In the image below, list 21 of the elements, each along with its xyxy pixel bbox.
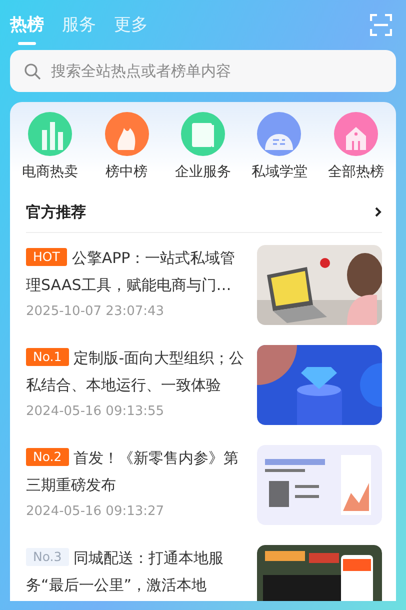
article-time: 2024-05-16 09:13:27	[26, 503, 166, 521]
search-icon	[24, 62, 41, 80]
category-item[interactable]: 榜中榜	[88, 112, 165, 183]
section-title: 官方推荐	[26, 202, 86, 220]
article-title[interactable]: No.2 首发！《新零售内参》第三期重磅发布	[26, 445, 249, 499]
category-item[interactable]: 全部热榜	[318, 112, 394, 183]
article-title[interactable]: No.3 同城配送：打通本地服务“最后一公里”，激活本地	[26, 545, 249, 599]
article-title[interactable]: HOT 公擎APP：一站式私域管理SAAS工具，赋能电商与门…	[26, 245, 249, 299]
category-item[interactable]: 电商热卖	[12, 112, 88, 183]
rank-tag: HOT	[26, 248, 67, 266]
category-item[interactable]: 私域学堂	[241, 112, 318, 183]
rank-tag: No.2	[26, 448, 69, 466]
category-item[interactable]: 企业服务	[164, 112, 241, 183]
search-field[interactable]: 搜索全站热点或者榜单内容	[10, 50, 396, 92]
rank-tag: No.1	[26, 348, 69, 366]
rank-tag: No.3	[26, 548, 69, 566]
chevron-right-icon[interactable]	[374, 206, 382, 218]
article-time: 2025-10-07 23:07:43	[26, 303, 166, 321]
search-input[interactable]: 搜索全站热点或者榜单内容	[49, 58, 382, 84]
article-time: 2024-05-16 09:13:55	[26, 403, 166, 421]
article-title[interactable]: No.1 定制版-面向大型组织；公私结合、本地运行、一致体验	[26, 345, 249, 399]
